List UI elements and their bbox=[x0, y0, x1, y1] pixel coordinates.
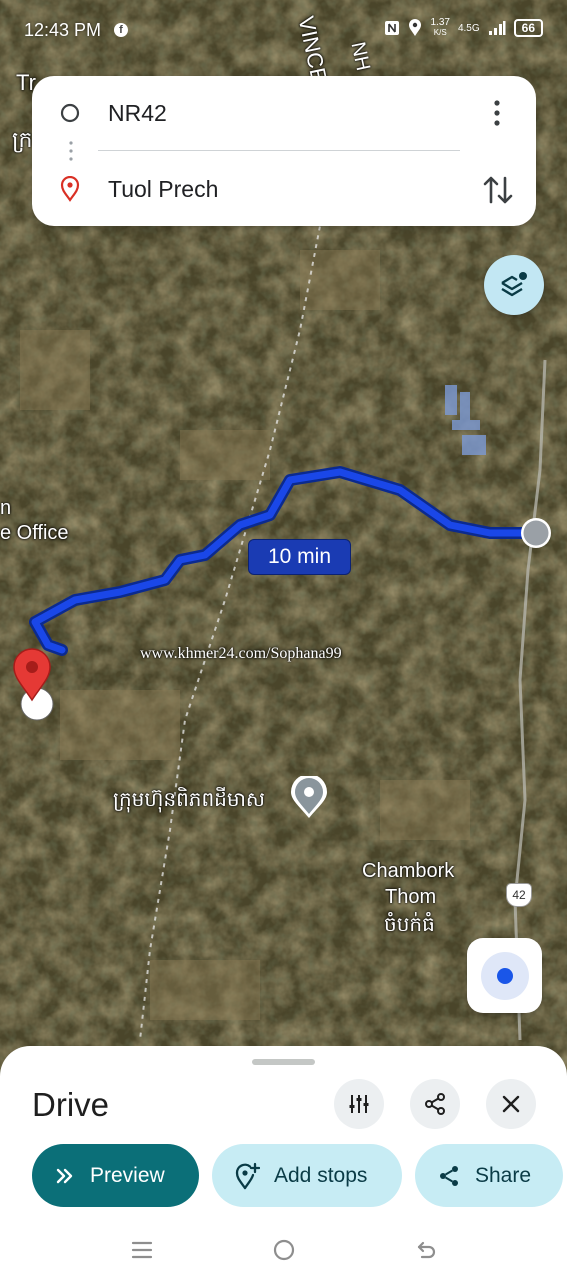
town-label: Thom bbox=[385, 886, 437, 908]
add-location-icon bbox=[235, 1162, 260, 1189]
layers-button[interactable] bbox=[484, 255, 544, 315]
destination-pin-icon[interactable] bbox=[12, 648, 52, 702]
map-label: ក្រ bbox=[12, 127, 33, 152]
share-icon-button[interactable] bbox=[410, 1079, 460, 1129]
watermark: www.khmer24.com/Sophana99 bbox=[140, 645, 342, 662]
status-time: 12:43 PM bbox=[24, 20, 102, 40]
destination-text: Tuol Prech bbox=[108, 175, 219, 202]
more-options-button[interactable] bbox=[482, 98, 512, 128]
connector-dots-icon bbox=[69, 141, 73, 161]
origin-text: NR42 bbox=[108, 99, 167, 126]
nfc-icon bbox=[385, 21, 400, 35]
more-vert-icon bbox=[494, 100, 500, 126]
destination-pin-icon bbox=[60, 176, 80, 202]
drag-handle[interactable] bbox=[252, 1059, 315, 1065]
add-stops-label: Add stops bbox=[274, 1163, 368, 1187]
battery-icon: 66 bbox=[513, 19, 543, 37]
network-type: 4.5G bbox=[457, 22, 480, 34]
close-icon bbox=[502, 1095, 520, 1113]
location-icon bbox=[409, 19, 422, 36]
route-duration-label[interactable]: 10 min bbox=[248, 539, 351, 575]
system-nav-bar bbox=[0, 1220, 567, 1280]
office-label: e Office bbox=[0, 522, 69, 544]
share-icon bbox=[425, 1093, 445, 1115]
close-button[interactable] bbox=[486, 1079, 536, 1129]
recents-icon bbox=[131, 1241, 153, 1259]
home-button[interactable] bbox=[266, 1232, 302, 1268]
my-location-icon bbox=[480, 951, 529, 1000]
town-label: Chambork bbox=[362, 860, 455, 882]
network-speed: 1.37 bbox=[430, 17, 450, 28]
place-marker-icon[interactable] bbox=[289, 776, 329, 820]
home-icon bbox=[273, 1239, 295, 1261]
back-icon bbox=[417, 1241, 436, 1259]
layers-icon bbox=[501, 272, 527, 297]
status-bar: 12:43 PM f 1.37 K/S 4.5G 66 bbox=[0, 0, 567, 62]
origin-circle-icon bbox=[60, 103, 80, 123]
road-shield: 42 bbox=[506, 883, 532, 907]
share-icon bbox=[440, 1165, 458, 1186]
share-button[interactable]: Share bbox=[415, 1144, 563, 1207]
back-button[interactable] bbox=[408, 1232, 444, 1268]
origin-field[interactable]: NR42 bbox=[32, 88, 536, 138]
my-location-button[interactable] bbox=[467, 938, 542, 1013]
mode-title: Drive bbox=[32, 1086, 110, 1123]
tune-icon bbox=[349, 1095, 369, 1113]
place-label-company[interactable]: ក្រុមហ៊ុនពិភពដីមាស bbox=[113, 786, 265, 816]
preview-label: Preview bbox=[90, 1163, 165, 1187]
card-divider bbox=[98, 150, 460, 151]
facebook-icon: f bbox=[114, 23, 128, 37]
destination-field[interactable]: Tuol Prech bbox=[32, 164, 536, 214]
chevrons-icon bbox=[56, 1168, 73, 1183]
route-options-button[interactable] bbox=[334, 1079, 384, 1129]
recents-button[interactable] bbox=[124, 1232, 160, 1268]
share-label: Share bbox=[475, 1163, 532, 1187]
add-stops-button[interactable]: Add stops bbox=[212, 1144, 402, 1207]
office-label: n bbox=[0, 497, 12, 519]
swap-button[interactable] bbox=[480, 170, 516, 210]
signal-icon bbox=[488, 21, 506, 35]
directions-card: NR42 Tuol Prech bbox=[32, 76, 536, 226]
network-speed-unit: K/S bbox=[433, 28, 447, 37]
preview-button[interactable]: Preview bbox=[32, 1144, 199, 1207]
town-label-km: ចំបក់ធំ bbox=[384, 914, 435, 936]
swap-icon bbox=[483, 176, 513, 204]
